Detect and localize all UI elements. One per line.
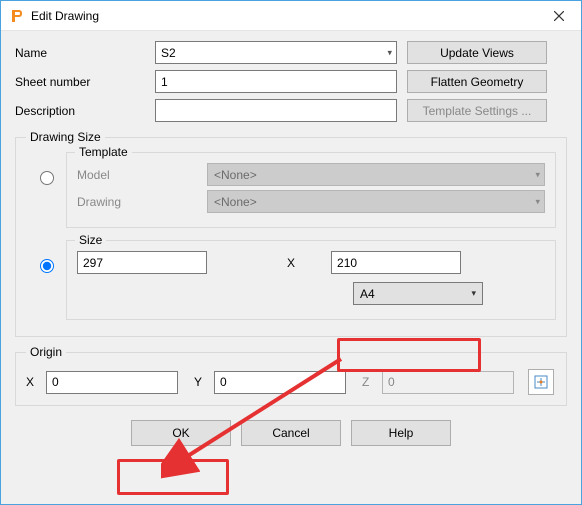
cancel-button[interactable]: Cancel xyxy=(241,420,341,446)
size-x-label: X xyxy=(207,256,331,270)
drawing-value: <None> xyxy=(214,195,257,209)
origin-x-label: X xyxy=(26,375,40,389)
origin-x-input[interactable] xyxy=(46,371,178,394)
template-legend: Template xyxy=(75,145,132,159)
size-group: Size X A4 ▾ xyxy=(66,240,556,320)
origin-y-input[interactable] xyxy=(214,371,346,394)
paper-size-value: A4 xyxy=(360,287,375,301)
titlebar: Edit Drawing xyxy=(1,1,581,31)
origin-group: Origin X Y Z xyxy=(15,345,567,406)
origin-point-button[interactable] xyxy=(528,369,554,395)
sheet-number-input[interactable] xyxy=(155,70,397,93)
drawing-label: Drawing xyxy=(77,195,207,209)
name-combo[interactable]: S2 ▾ xyxy=(155,41,397,64)
size-width-input[interactable] xyxy=(77,251,207,274)
size-legend: Size xyxy=(75,233,106,247)
template-group: Template Model <None> ▾ Drawing <None> ▾ xyxy=(66,152,556,228)
help-button[interactable]: Help xyxy=(351,420,451,446)
app-icon xyxy=(9,8,25,24)
size-height-input[interactable] xyxy=(331,251,461,274)
chevron-down-icon: ▾ xyxy=(387,47,392,58)
paper-size-combo[interactable]: A4 ▾ xyxy=(353,282,483,305)
size-radio[interactable] xyxy=(40,259,54,273)
origin-z-input xyxy=(382,371,514,394)
drawing-combo: <None> ▾ xyxy=(207,190,545,213)
flatten-geometry-button[interactable]: Flatten Geometry xyxy=(407,70,547,93)
highlight-ok-button xyxy=(117,459,229,495)
name-value: S2 xyxy=(161,46,176,60)
ok-button[interactable]: OK xyxy=(131,420,231,446)
description-label: Description xyxy=(15,104,155,118)
model-value: <None> xyxy=(214,168,257,182)
template-settings-button: Template Settings ... xyxy=(407,99,547,122)
sheet-label: Sheet number xyxy=(15,75,155,89)
footer-buttons: OK Cancel Help xyxy=(15,420,567,446)
description-input[interactable] xyxy=(155,99,397,122)
chevron-down-icon: ▾ xyxy=(535,169,540,180)
chevron-down-icon: ▾ xyxy=(471,288,476,299)
name-label: Name xyxy=(15,46,155,60)
update-views-button[interactable]: Update Views xyxy=(407,41,547,64)
close-button[interactable] xyxy=(536,1,581,30)
chevron-down-icon: ▾ xyxy=(535,196,540,207)
origin-z-label: Z xyxy=(362,375,376,389)
drawing-size-group: Drawing Size Template Model <None> ▾ Dra… xyxy=(15,130,567,337)
origin-y-label: Y xyxy=(194,375,208,389)
model-combo: <None> ▾ xyxy=(207,163,545,186)
template-radio[interactable] xyxy=(40,171,54,185)
drawing-size-legend: Drawing Size xyxy=(26,130,105,144)
origin-legend: Origin xyxy=(26,345,66,359)
window-title: Edit Drawing xyxy=(31,9,536,23)
model-label: Model xyxy=(77,168,207,182)
